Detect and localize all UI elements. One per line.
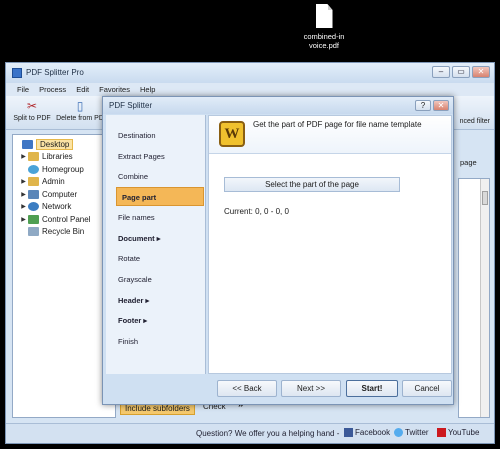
- dialog-close-button[interactable]: ✕: [433, 100, 449, 111]
- folder-tree: Desktop ▶ Libraries Homegroup ▶ Admin ▶ …: [12, 134, 116, 418]
- nav-header[interactable]: Header ▸: [118, 296, 149, 305]
- tree-item-label: Libraries: [42, 152, 73, 162]
- twitter-icon: [394, 428, 403, 437]
- homegroup-icon: [28, 164, 39, 174]
- desktop-file[interactable]: combined-in voice.pdf: [296, 4, 352, 50]
- panel-header: W Get the part of PDF page for file name…: [209, 116, 451, 154]
- menu-favorites[interactable]: Favorites: [94, 83, 135, 96]
- restore-button[interactable]: ▭: [452, 66, 470, 78]
- youtube-link[interactable]: YouTube: [437, 428, 479, 437]
- menu-edit[interactable]: Edit: [71, 83, 94, 96]
- split-to-pdf-label: Split to PDF: [13, 115, 51, 122]
- dialog-title: PDF Splitter: [109, 101, 153, 110]
- scissors-icon: ✂: [26, 99, 38, 113]
- desktop-icon: [22, 139, 33, 149]
- menu-file[interactable]: File: [12, 83, 34, 96]
- tree-item-control-panel[interactable]: ▶ Control Panel: [13, 213, 115, 226]
- select-page-part-button[interactable]: Select the part of the page: [224, 177, 400, 192]
- wizard-nav: Destination Extract Pages Combine Page p…: [106, 115, 206, 374]
- nav-rotate[interactable]: Rotate: [118, 254, 140, 263]
- cancel-button[interactable]: Cancel: [402, 380, 452, 397]
- nav-finish[interactable]: Finish: [118, 337, 138, 346]
- tree-item-label: Network: [42, 202, 72, 212]
- next-button[interactable]: Next >>: [281, 380, 341, 397]
- twitter-link[interactable]: Twitter: [394, 428, 429, 437]
- help-prompt-text: Question? We offer you a helping hand -: [196, 429, 340, 438]
- dialog-title-bar: PDF Splitter ? ✕: [103, 97, 453, 114]
- page-part-panel: W Get the part of PDF page for file name…: [208, 115, 452, 374]
- dialog-footer: << Back Next >> Start! Cancel: [106, 374, 452, 401]
- expand-arrow-icon[interactable]: ▶: [19, 178, 28, 185]
- expand-arrow-icon[interactable]: ▶: [19, 203, 28, 210]
- tree-item-label: Homegroup: [42, 164, 84, 174]
- facebook-label: Facebook: [355, 428, 391, 437]
- tree-item-admin[interactable]: ▶ Admin: [13, 176, 115, 189]
- page-list[interactable]: [458, 178, 490, 418]
- word-tile-icon: W: [219, 121, 245, 147]
- document-delete-icon: ▯: [76, 99, 84, 113]
- tree-item-label: Admin: [42, 177, 65, 187]
- main-window-title: PDF Splitter Pro: [26, 68, 84, 77]
- control-panel-icon: [28, 214, 39, 224]
- user-folder-icon: [28, 177, 39, 187]
- youtube-label: YouTube: [448, 428, 480, 437]
- close-button[interactable]: ✕: [472, 66, 490, 78]
- nav-file-names[interactable]: File names: [118, 213, 155, 222]
- panel-description: Get the part of PDF page for file name t…: [253, 120, 422, 129]
- vertical-scrollbar[interactable]: [480, 179, 489, 417]
- libraries-icon: [28, 152, 39, 162]
- nav-page-part[interactable]: Page part: [116, 187, 204, 206]
- network-icon: [28, 202, 39, 212]
- nav-combine[interactable]: Combine: [118, 172, 148, 181]
- nav-destination[interactable]: Destination: [118, 131, 156, 140]
- minimize-button[interactable]: –: [432, 66, 450, 78]
- tree-item-computer[interactable]: ▶ Computer: [13, 188, 115, 201]
- page-panel: page: [458, 134, 490, 418]
- desktop-file-label: combined-in voice.pdf: [303, 32, 345, 50]
- tree-item-label: Computer: [42, 189, 78, 199]
- help-button[interactable]: ?: [415, 100, 431, 111]
- expand-arrow-icon[interactable]: ▶: [19, 153, 28, 160]
- tree-item-desktop[interactable]: Desktop: [13, 138, 115, 151]
- scrollbar-thumb[interactable]: [482, 191, 488, 205]
- tree-item-recycle-bin[interactable]: Recycle Bin: [13, 226, 115, 239]
- nav-extract-pages[interactable]: Extract Pages: [118, 152, 165, 161]
- start-button[interactable]: Start!: [346, 380, 398, 397]
- youtube-icon: [437, 428, 446, 437]
- tree-item-network[interactable]: ▶ Network: [13, 201, 115, 214]
- main-title-bar: PDF Splitter Pro – ▭ ✕: [6, 63, 494, 83]
- delete-from-pdf-label: Delete from PD: [56, 115, 104, 122]
- expand-arrow-icon[interactable]: ▶: [19, 216, 28, 223]
- split-to-pdf-button[interactable]: ✂ Split to PDF: [10, 99, 54, 122]
- app-logo-icon: [12, 68, 22, 78]
- pdf-file-icon: [315, 4, 333, 28]
- back-button[interactable]: << Back: [217, 380, 277, 397]
- facebook-icon: [344, 428, 353, 437]
- page-column-label: page: [460, 158, 477, 167]
- nav-footer[interactable]: Footer ▸: [118, 316, 147, 325]
- computer-icon: [28, 189, 39, 199]
- expand-arrow-icon[interactable]: ▶: [19, 191, 28, 198]
- current-selection-text: Current: 0, 0 - 0, 0: [224, 207, 289, 216]
- facebook-link[interactable]: Facebook: [344, 428, 390, 437]
- tree-item-homegroup[interactable]: Homegroup: [13, 163, 115, 176]
- tree-item-label: Desktop: [36, 138, 74, 150]
- tree-item-libraries[interactable]: ▶ Libraries: [13, 151, 115, 164]
- tree-item-label: Recycle Bin: [42, 227, 85, 237]
- nav-document[interactable]: Document ▸: [118, 234, 161, 243]
- pdf-splitter-dialog: PDF Splitter ? ✕ Destination Extract Pag…: [102, 96, 454, 405]
- nav-grayscale[interactable]: Grayscale: [118, 275, 152, 284]
- menu-help[interactable]: Help: [135, 83, 160, 96]
- menu-process[interactable]: Process: [34, 83, 71, 96]
- delete-from-pdf-button[interactable]: ▯ Delete from PD: [56, 99, 104, 122]
- twitter-label: Twitter: [405, 428, 429, 437]
- recycle-bin-icon: [28, 227, 39, 237]
- advanced-filter-button[interactable]: nced filter: [460, 118, 490, 125]
- tree-item-label: Control Panel: [42, 214, 91, 224]
- status-bar: Question? We offer you a helping hand - …: [6, 423, 494, 443]
- menu-bar: File Process Edit Favorites Help: [6, 83, 494, 96]
